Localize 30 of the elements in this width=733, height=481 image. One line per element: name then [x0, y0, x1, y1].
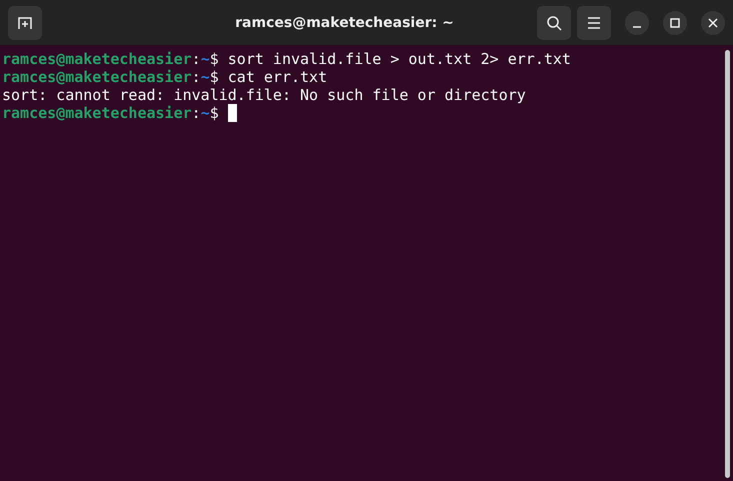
- new-tab-button[interactable]: [8, 6, 42, 40]
- prompt-separator: :: [192, 104, 201, 122]
- prompt-path: ~: [200, 50, 210, 68]
- window-title: ramces@maketecheasier: ~: [234, 14, 455, 30]
- prompt-user-host: ramces@maketecheasier: [2, 68, 192, 86]
- close-button[interactable]: [701, 10, 725, 34]
- command-text: cat err.txt: [228, 68, 328, 86]
- new-tab-icon: [17, 14, 33, 30]
- text-cursor: [228, 104, 237, 122]
- scrollbar[interactable]: [725, 50, 730, 478]
- output-text: sort: cannot read: invalid.file: No such file or directory: [2, 86, 526, 104]
- close-icon: [708, 18, 718, 28]
- prompt-separator: :: [192, 50, 201, 68]
- prompt-symbol: $: [210, 68, 219, 86]
- maximize-button[interactable]: [663, 10, 687, 34]
- menu-button[interactable]: [577, 6, 611, 40]
- prompt-user-host: ramces@maketecheasier: [2, 104, 192, 122]
- prompt-path: ~: [200, 104, 210, 122]
- command-text: sort invalid.file > out.txt 2> err.txt: [228, 50, 571, 68]
- prompt-separator: :: [192, 68, 201, 86]
- prompt-symbol: $: [210, 50, 219, 68]
- minimize-icon: [633, 26, 641, 28]
- search-button[interactable]: [537, 6, 571, 40]
- prompt-path: ~: [200, 68, 210, 86]
- maximize-icon: [670, 18, 680, 28]
- minimize-button[interactable]: [625, 10, 649, 34]
- search-icon: [546, 14, 562, 30]
- menu-icon: [587, 16, 601, 28]
- prompt-symbol: $: [210, 104, 219, 122]
- prompt-user-host: ramces@maketecheasier: [2, 50, 192, 68]
